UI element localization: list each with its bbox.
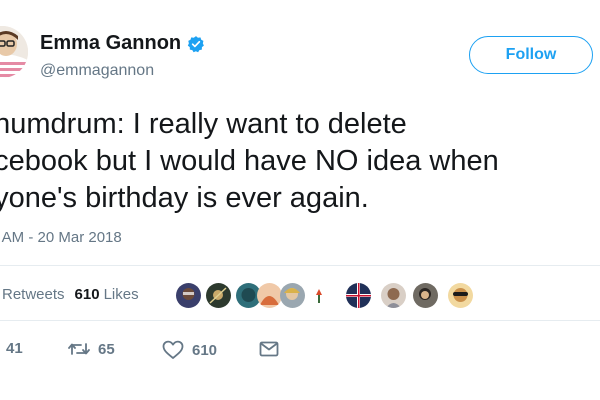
liker-avatar-2[interactable] (206, 283, 231, 308)
tweet-text-line: acebook but I would have NO idea when (0, 145, 499, 177)
follow-button[interactable]: Follow (469, 36, 593, 74)
tweet-text-line: onumdrum: I really want to delete (0, 108, 407, 140)
liker-avatar-image (413, 283, 438, 308)
direct-message-button[interactable] (259, 340, 279, 358)
author-name[interactable]: Emma Gannon (40, 32, 181, 55)
retweet-count: 65 (98, 340, 115, 358)
liker-avatar-4[interactable] (257, 283, 282, 308)
retweets-label[interactable]: Retweets (2, 286, 65, 303)
retweet-icon (68, 343, 90, 355)
liker-avatar-7[interactable] (346, 283, 371, 308)
divider-top (0, 265, 600, 266)
liker-avatar-6[interactable] (312, 283, 326, 308)
retweet-button[interactable]: 65 (68, 340, 115, 358)
liker-avatar-image (346, 283, 371, 308)
liker-avatar-image (312, 283, 326, 308)
tweet-timestamp[interactable]: 7 AM - 20 Mar 2018 (0, 229, 122, 246)
engagement-stats: Retweets 610 Likes (0, 286, 139, 303)
liker-avatar-10[interactable] (448, 283, 473, 308)
liker-avatar-1[interactable] (176, 283, 201, 308)
envelope-icon (259, 341, 279, 357)
reply-count: 41 (6, 340, 23, 357)
like-count: 610 (192, 341, 218, 359)
heart-icon (162, 340, 184, 359)
liker-avatar-image (381, 283, 406, 308)
tweet-text-line: nyone's birthday is ever again. (0, 182, 369, 214)
author-avatar-image (0, 26, 28, 78)
tweet-text: onumdrum: I really want to delete aceboo… (0, 106, 600, 217)
liker-avatar-image (448, 283, 473, 308)
liker-avatar-image (280, 283, 305, 308)
author-name-row[interactable]: Emma Gannon (40, 32, 205, 55)
liker-avatar-5[interactable] (280, 283, 305, 308)
liker-avatar-image (176, 283, 201, 308)
likes-label[interactable]: Likes (104, 286, 139, 303)
tweet-card: Emma Gannon @emmagannon Follow onumdrum:… (0, 0, 600, 400)
tweet-actions: 41 65 610 (0, 340, 600, 360)
liker-avatar-8[interactable] (381, 283, 406, 308)
reply-button[interactable]: 41 (0, 340, 23, 357)
author-handle[interactable]: @emmagannon (40, 62, 154, 80)
divider-bottom (0, 320, 600, 321)
author-avatar[interactable] (0, 26, 28, 78)
liker-avatar-image (206, 283, 231, 308)
verified-badge-icon (187, 35, 205, 52)
likes-count[interactable]: 610 (75, 286, 100, 303)
liker-avatar-image (257, 283, 282, 308)
like-button[interactable]: 610 (162, 340, 217, 360)
liker-avatar-9[interactable] (413, 283, 438, 308)
